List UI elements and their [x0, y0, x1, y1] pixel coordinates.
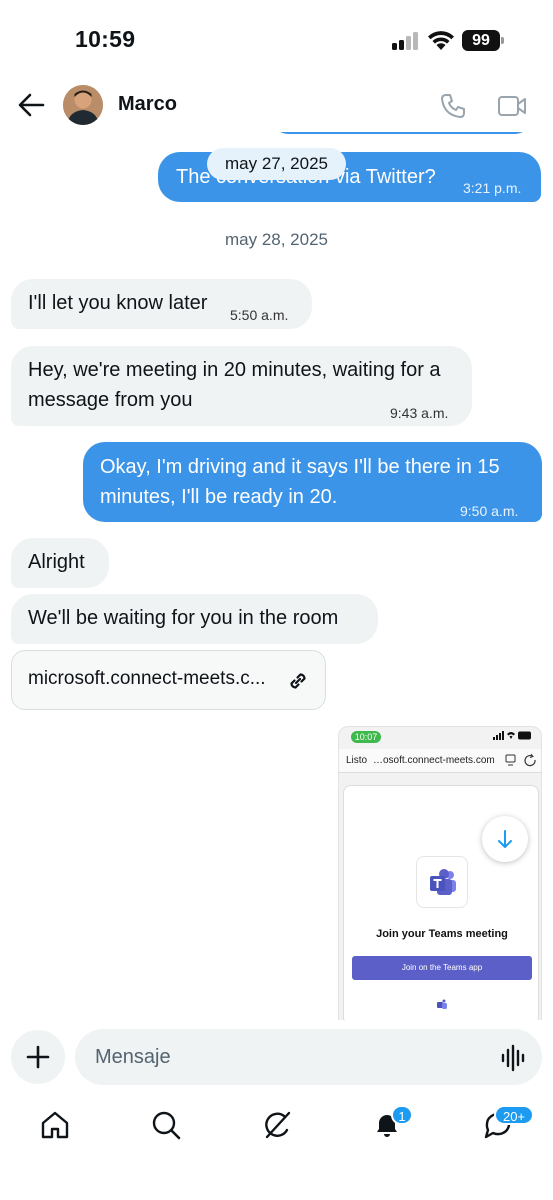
home-icon[interactable] — [38, 1108, 72, 1142]
preview-done-label: Listo — [346, 755, 368, 766]
search-icon[interactable] — [149, 1108, 183, 1142]
message-time: 9:50 a.m. — [460, 503, 519, 519]
scroll-to-bottom-button[interactable] — [482, 816, 528, 862]
voice-message-icon[interactable] — [500, 1044, 528, 1072]
avatar[interactable] — [63, 85, 103, 125]
message-bubble-incoming[interactable]: I'll let you know later 5:50 a.m. — [11, 279, 312, 329]
preview-join-button: Join on the Teams app — [352, 956, 532, 980]
message-bubble-incoming[interactable]: We'll be waiting for you in the room — [11, 594, 378, 644]
message-input[interactable] — [75, 1029, 542, 1085]
previous-message-bubble — [272, 132, 531, 134]
grok-icon[interactable] — [260, 1108, 294, 1142]
status-time: 10:59 — [75, 26, 136, 52]
date-pill: may 27, 2025 — [207, 148, 346, 180]
status-bar: 10:59 99 — [0, 0, 553, 80]
chat-header: Marco — [0, 80, 553, 132]
preview-url: …osoft.connect-meets.com — [373, 755, 495, 766]
bottom-tab-bar: 1 20+ — [0, 1100, 553, 1200]
cellular-signal-icon — [392, 32, 420, 50]
battery-cap — [501, 37, 504, 44]
add-attachment-button[interactable] — [11, 1030, 65, 1084]
wifi-icon — [428, 31, 454, 50]
message-time: 5:50 a.m. — [230, 307, 289, 323]
video-call-icon[interactable] — [497, 94, 527, 118]
message-text: We'll be waiting for you in the room — [28, 607, 339, 629]
battery-indicator: 99 — [462, 30, 500, 51]
preview-heading: Join your Teams meeting — [376, 928, 508, 940]
message-text: I'll let you know later — [28, 292, 208, 314]
message-text: Alright — [28, 551, 85, 573]
teams-logo-icon — [416, 856, 468, 908]
preview-reload-icon — [505, 753, 536, 767]
teams-small-icon — [437, 999, 447, 1009]
image-attachment[interactable]: 10:07 Listo …osoft.connect-meets.com Joi… — [338, 726, 542, 1020]
back-arrow-icon[interactable] — [17, 92, 45, 118]
messages-badge: 20+ — [494, 1105, 534, 1125]
arrow-down-icon — [498, 830, 512, 848]
phone-call-icon[interactable] — [439, 92, 467, 120]
preview-status-time: 10:07 — [351, 731, 381, 743]
message-time: 3:21 p.m. — [463, 180, 522, 196]
message-list[interactable]: The conversation via Twitter? 3:21 p.m. … — [0, 132, 553, 1020]
link-text: microsoft.connect-meets.c... — [28, 668, 266, 689]
contact-name[interactable]: Marco — [118, 93, 177, 116]
message-bubble-incoming[interactable]: Alright — [11, 538, 109, 588]
message-time: 9:43 a.m. — [390, 405, 449, 421]
link-card[interactable]: microsoft.connect-meets.c... — [11, 650, 326, 710]
preview-url-bar: Listo …osoft.connect-meets.com — [339, 749, 541, 773]
message-bubble-outgoing[interactable]: Okay, I'm driving and it says I'll be th… — [83, 442, 542, 522]
date-separator: may 28, 2025 — [224, 230, 328, 249]
notifications-badge: 1 — [391, 1105, 413, 1125]
message-bubble-incoming[interactable]: Hey, we're meeting in 20 minutes, waitin… — [11, 346, 472, 426]
plus-icon — [26, 1045, 50, 1069]
preview-status-icons — [493, 731, 533, 741]
message-composer — [0, 1020, 553, 1100]
link-icon — [290, 673, 306, 689]
